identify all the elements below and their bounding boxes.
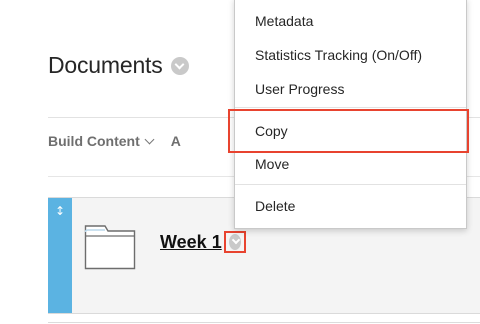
content-item-title-group: Week 1 [160, 231, 246, 253]
build-content-label: Build Content [48, 133, 140, 149]
drag-arrows-icon: ↕ [55, 204, 66, 218]
menu-item-statistics-tracking[interactable]: Statistics Tracking (On/Off) [255, 47, 422, 63]
page-title: Documents [48, 52, 163, 78]
menu-item-copy[interactable]: Copy [255, 123, 288, 139]
menu-divider [235, 184, 466, 185]
menu-item-move[interactable]: Move [255, 156, 289, 172]
item-context-menu: Metadata Statistics Tracking (On/Off) Us… [234, 0, 467, 229]
page-header: Documents [48, 52, 189, 79]
toolbar-next-button-partial[interactable]: A [171, 133, 181, 149]
item-options-chevron-icon[interactable] [228, 234, 241, 250]
chevron-down-icon [144, 134, 155, 144]
list-bottom-divider [48, 322, 480, 323]
menu-item-metadata[interactable]: Metadata [255, 13, 313, 29]
menu-divider [235, 107, 466, 108]
content-toolbar: Build Content A [48, 133, 181, 149]
menu-item-user-progress[interactable]: User Progress [255, 81, 344, 97]
folder-icon [84, 225, 136, 270]
page-options-chevron-icon[interactable] [170, 56, 189, 75]
drag-handle[interactable]: ↕ [48, 198, 72, 313]
build-content-button[interactable]: Build Content [48, 133, 155, 149]
item-options-highlight [223, 231, 246, 253]
menu-item-delete[interactable]: Delete [255, 198, 295, 214]
content-item-title-link[interactable]: Week 1 [160, 232, 222, 253]
